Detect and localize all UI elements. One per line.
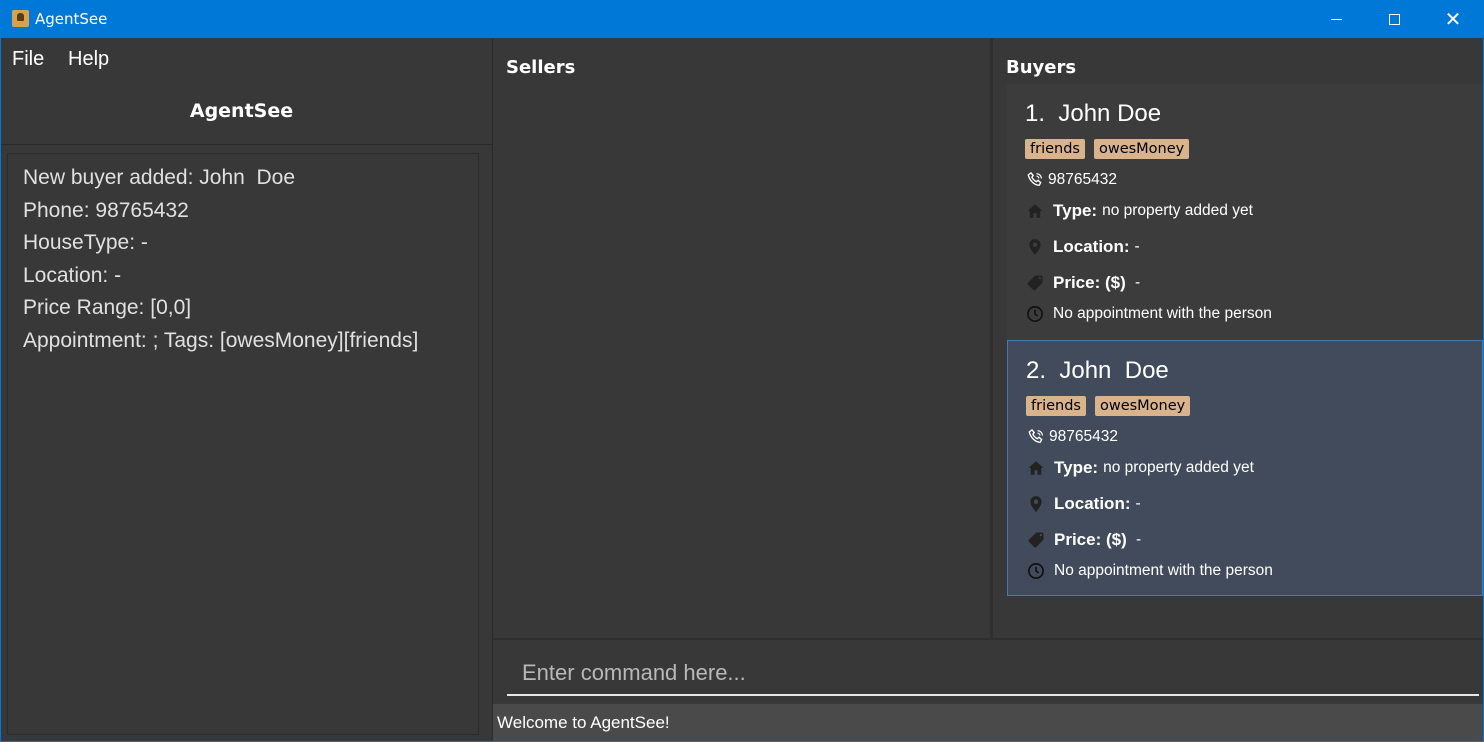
phone-value: 98765432 [1049, 428, 1118, 445]
location-row: Location: - [1026, 494, 1141, 514]
price-label: Price: ($) [1053, 273, 1126, 292]
location-row: Location: - [1025, 237, 1140, 257]
appointment-value: No appointment with the person [1054, 562, 1273, 579]
tag: owesMoney [1093, 139, 1190, 159]
price-value: - [1131, 531, 1142, 548]
maximize-button[interactable] [1365, 0, 1423, 38]
maximize-icon [1388, 13, 1400, 25]
command-box [493, 640, 1483, 703]
minimize-button[interactable] [1307, 0, 1365, 38]
phone-row: 98765432 [1026, 427, 1118, 447]
left-pane: File Help AgentSee New buyer added: John… [1, 38, 492, 741]
app-window: File Help AgentSee New buyer added: John… [1, 38, 1483, 741]
appointment-value: No appointment with the person [1053, 305, 1272, 322]
sellers-pane: Sellers [493, 38, 990, 638]
price-tag-icon [1025, 273, 1045, 293]
home-icon [1025, 201, 1045, 221]
tag-list: friends owesMoney [1025, 139, 1190, 159]
location-value: - [1135, 495, 1141, 512]
type-value: no property added yet [1103, 459, 1254, 476]
phone-value: 98765432 [1048, 171, 1117, 188]
menu-help[interactable]: Help [68, 48, 109, 71]
tag: owesMoney [1094, 396, 1191, 416]
type-row: Type: no property added yet [1026, 458, 1254, 478]
clock-icon [1025, 304, 1045, 324]
app-header-title: AgentSee [189, 100, 294, 122]
result-line: Appointment: ; Tags: [owesMoney][friends… [23, 328, 419, 352]
result-line: HouseType: - [23, 231, 148, 255]
title-bar: AgentSee ✕ [0, 0, 1484, 38]
phone-row: 98765432 [1025, 170, 1117, 190]
location-value: - [1134, 238, 1140, 255]
status-bar: Welcome to AgentSee! [493, 703, 1483, 741]
command-input[interactable] [507, 652, 1479, 696]
buyer-card-selected[interactable]: 2. John Doe friends owesMoney 98765432 T… [1007, 340, 1483, 596]
buyer-name: 2. John Doe [1026, 357, 1169, 384]
close-icon: ✕ [1444, 7, 1462, 31]
contact-card-icon [12, 10, 29, 27]
price-value: - [1130, 274, 1141, 291]
buyer-name: 1. John Doe [1025, 100, 1162, 127]
clock-icon [1026, 561, 1046, 581]
location-pin-icon [1026, 494, 1046, 514]
result-line: Location: - [23, 263, 122, 287]
price-row: Price: ($) - [1025, 273, 1140, 293]
header-divider [1, 144, 492, 145]
price-row: Price: ($) - [1026, 530, 1141, 550]
buyer-card[interactable]: 1. John Doe friends owesMoney 98765432 T… [1007, 84, 1483, 340]
appointment-row: No appointment with the person [1026, 561, 1273, 581]
type-label: Type: [1054, 458, 1099, 477]
minimize-icon [1330, 18, 1342, 20]
type-value: no property added yet [1102, 202, 1253, 219]
tag: friends [1026, 396, 1086, 416]
buyers-title: Buyers [1006, 57, 1077, 78]
result-line: Phone: 98765432 [23, 198, 189, 222]
close-button[interactable]: ✕ [1424, 0, 1482, 38]
tag: friends [1025, 139, 1085, 159]
result-line: Price Range: [0,0] [23, 296, 192, 320]
home-icon [1026, 458, 1046, 478]
location-pin-icon [1025, 237, 1045, 257]
price-label: Price: ($) [1054, 530, 1127, 549]
result-line: New buyer added: John Doe [23, 166, 296, 189]
buyers-pane: Buyers 1. John Doe friends owesMoney 987… [993, 38, 1483, 638]
appointment-row: No appointment with the person [1025, 304, 1272, 324]
status-text: Welcome to AgentSee! [497, 713, 670, 732]
type-label: Type: [1053, 201, 1098, 220]
menu-bar: File Help [1, 38, 492, 82]
tag-list: friends owesMoney [1026, 396, 1191, 416]
sellers-title: Sellers [506, 57, 576, 78]
window-title: AgentSee [35, 10, 108, 28]
price-tag-icon [1026, 530, 1046, 550]
phone-icon [1025, 170, 1045, 190]
phone-icon [1026, 427, 1046, 447]
type-row: Type: no property added yet [1025, 201, 1253, 221]
location-label: Location: [1054, 494, 1131, 513]
result-display[interactable]: New buyer added: John Doe Phone: 9876543… [7, 153, 479, 735]
location-label: Location: [1053, 237, 1130, 256]
menu-file[interactable]: File [12, 48, 44, 71]
